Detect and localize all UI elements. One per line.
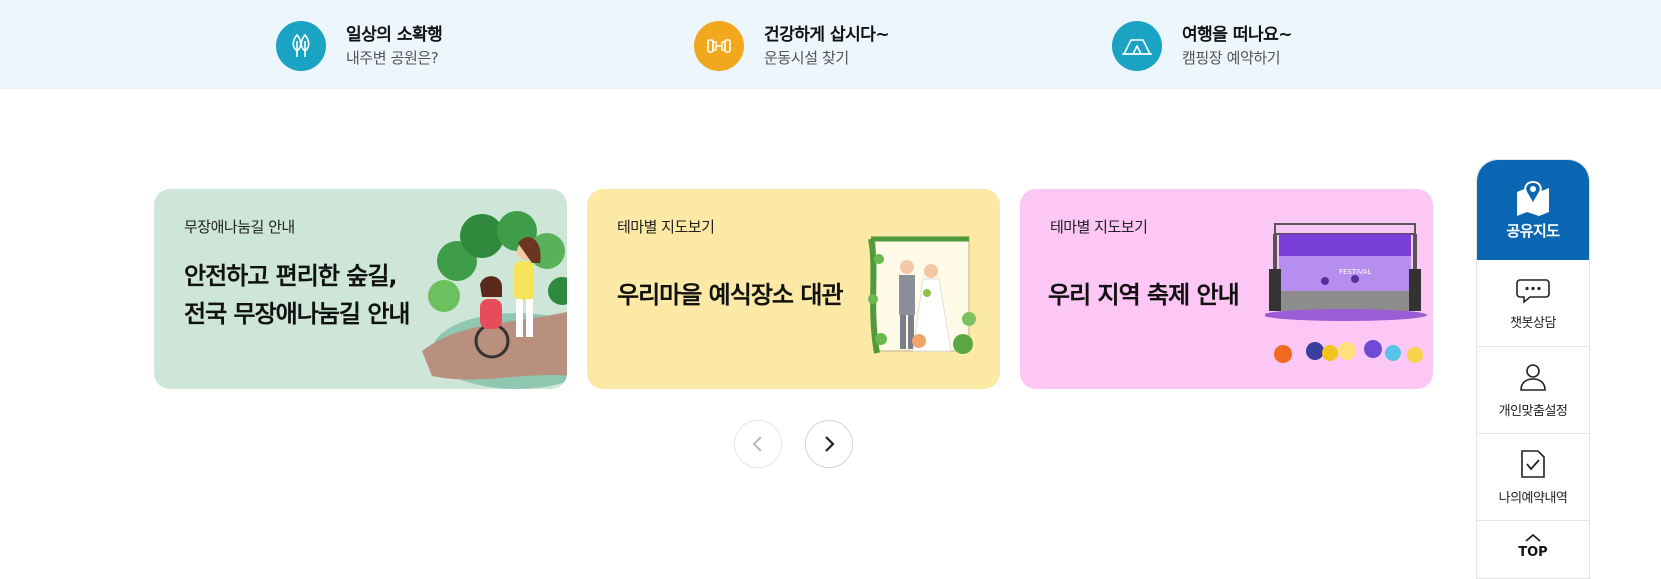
quick-link-subtitle: 운동시설 찾기 — [764, 49, 849, 67]
card-title: 우리 지역 축제 안내 — [1048, 281, 1240, 309]
quick-menu-personal-settings[interactable]: 개인맞춤설정 — [1477, 347, 1589, 434]
quick-menu-label: 개인맞춤설정 — [1498, 403, 1568, 419]
quick-link-park[interactable]: 일상의 소확행 내주변 공원은? — [276, 20, 443, 72]
quick-menu-label: 나의예약내역 — [1498, 490, 1568, 506]
card-subtitle: 테마별 지도보기 — [1050, 218, 1148, 236]
wedding-couple-illustration — [868, 236, 976, 354]
festival-stage-illustration: FESTIVAL — [1265, 223, 1427, 363]
card-title-line: 전국 무장애나눔길 안내 — [184, 300, 411, 328]
quick-link-title: 여행을 떠나요~ — [1182, 25, 1293, 45]
scroll-top-label: TOP — [1518, 545, 1548, 560]
quick-link-camping[interactable]: 여행을 떠나요~ 캠핑장 예약하기 — [1112, 20, 1293, 72]
camping-tent-icon — [1112, 21, 1162, 71]
card-wedding-venue[interactable]: 테마별 지도보기 우리마을 예식장소 대관 — [587, 189, 1000, 389]
park-trees-icon — [276, 21, 326, 71]
card-barrier-free-trail[interactable]: 무장애나눔길 안내 안전하고 편리한 숲길, 전국 무장애나눔길 안내 — [154, 189, 567, 389]
card-title-line: 안전하고 편리한 숲길, — [184, 262, 398, 290]
quick-link-subtitle: 캠핑장 예약하기 — [1182, 49, 1281, 67]
slider-prev-button[interactable] — [734, 420, 782, 468]
dumbbell-icon — [694, 21, 744, 71]
map-pin-icon — [1517, 180, 1549, 216]
user-icon — [1520, 363, 1546, 391]
quick-link-subtitle: 내주변 공원은? — [346, 49, 439, 67]
chevron-up-icon — [1525, 533, 1541, 542]
quick-link-title: 건강하게 삽시다~ — [764, 25, 890, 45]
card-title: 우리마을 예식장소 대관 — [617, 281, 844, 309]
chevron-right-icon — [825, 436, 835, 452]
card-local-festival[interactable]: 테마별 지도보기 우리 지역 축제 안내 FESTIVAL — [1020, 189, 1433, 389]
quick-menu-label: 챗봇상담 — [1510, 315, 1556, 331]
quick-link-sports[interactable]: 건강하게 삽시다~ 운동시설 찾기 — [694, 20, 890, 72]
quick-menu-chatbot[interactable]: 챗봇상담 — [1477, 260, 1589, 347]
chevron-left-icon — [752, 436, 762, 452]
scroll-top-button[interactable]: TOP — [1477, 521, 1589, 578]
slider-next-button[interactable] — [805, 420, 853, 468]
card-title: 안전하고 편리한 숲길, 전국 무장애나눔길 안내 — [184, 257, 411, 333]
card-subtitle: 테마별 지도보기 — [617, 218, 715, 236]
chat-bubble-icon — [1516, 278, 1550, 304]
card-subtitle: 무장애나눔길 안내 — [184, 218, 295, 236]
quick-menu-shared-map[interactable]: 공유지도 — [1477, 160, 1589, 260]
quick-link-band: 일상의 소확행 내주변 공원은? 건강하게 삽시다~ 운동시설 찾기 여행을 떠… — [0, 0, 1661, 89]
quick-menu-my-reservations[interactable]: 나의예약내역 — [1477, 434, 1589, 521]
quick-menu: 공유지도 챗봇상담 개인맞춤설정 나의예약내역 TOP — [1476, 159, 1590, 579]
wheelchair-forest-illustration — [422, 211, 567, 389]
document-check-icon — [1521, 449, 1545, 478]
quick-link-title: 일상의 소확행 — [346, 25, 443, 45]
quick-menu-label: 공유지도 — [1506, 221, 1560, 240]
festival-stage-label: FESTIVAL — [1339, 268, 1371, 276]
